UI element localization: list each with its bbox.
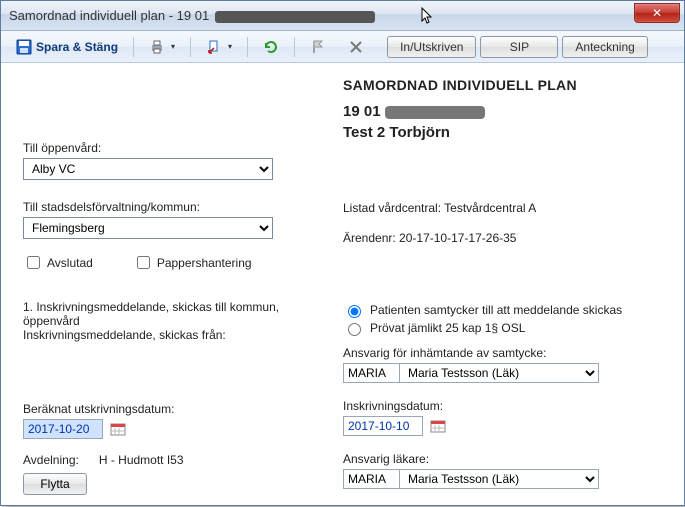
flag-icon — [310, 39, 326, 55]
refresh-icon — [263, 39, 279, 55]
section-lead: 1. Inskrivningsmeddelande, skickas till … — [23, 300, 323, 328]
consent-radio-2[interactable] — [348, 323, 361, 336]
print-icon — [149, 39, 165, 55]
print-button[interactable]: ▾ — [140, 35, 184, 59]
patient-name: Test 2 Torbjörn — [343, 124, 662, 141]
pappers-input[interactable] — [137, 256, 150, 269]
toolbar-separator — [247, 37, 248, 57]
section-sub: Inskrivningsmeddelande, skickas från: — [23, 328, 323, 342]
refresh-button[interactable] — [254, 35, 288, 59]
avslutad-label: Avslutad — [47, 256, 93, 270]
document-arrow-icon — [206, 39, 222, 55]
ansvarig-samtycke-label: Ansvarig för inhämtande av samtycke: — [343, 346, 662, 360]
docnav-button[interactable]: ▾ — [197, 35, 241, 59]
avslutad-input[interactable] — [27, 256, 40, 269]
consent-label-1: Patienten samtycker till att meddelande … — [370, 303, 622, 317]
flytta-button[interactable]: Flytta — [23, 473, 87, 495]
inutskriven-button[interactable]: In/Utskriven — [387, 36, 476, 58]
samtycke-name-select[interactable]: Maria Testsson (Läk) — [399, 363, 599, 383]
flag-button[interactable] — [301, 35, 335, 59]
save-close-button[interactable]: Spara & Stäng — [7, 35, 127, 59]
arendenr-label: Ärendenr: — [343, 231, 399, 245]
arendenr-value: 20-17-10-17-17-26-35 — [399, 231, 516, 245]
redacted-pid — [385, 106, 485, 119]
window: Samordnad individuell plan - 19 01 ✕ Spa… — [0, 0, 685, 506]
stads-select[interactable]: Flemingsberg — [23, 217, 273, 239]
ansvarig-lakare-label: Ansvarig läkare: — [343, 452, 662, 466]
chevron-down-icon: ▾ — [228, 42, 232, 51]
listad-label: Listad vårdcentral: — [343, 201, 444, 215]
toolbar: Spara & Stäng ▾ ▾ — [1, 31, 684, 63]
pappers-checkbox[interactable]: Pappershantering — [133, 253, 252, 272]
calendar-icon[interactable] — [429, 418, 447, 434]
inskr-label: Inskrivningsdatum: — [343, 399, 662, 413]
redacted-title — [215, 11, 375, 23]
berk-date-input[interactable] — [23, 419, 103, 439]
avdelning-label: Avdelning: — [23, 453, 79, 467]
content: Till öppenvård: Alby VC Till stadsdelsfö… — [1, 63, 684, 505]
consent-radio-1[interactable] — [348, 305, 361, 318]
lakare-name-select[interactable]: Maria Testsson (Läk) — [399, 469, 599, 489]
oppenvard-select[interactable]: Alby VC — [23, 158, 273, 180]
inskr-date-input[interactable] — [343, 416, 423, 436]
listad-value: Testvårdcentral A — [444, 201, 536, 215]
save-close-label: Spara & Stäng — [36, 40, 118, 54]
anteckning-button[interactable]: Anteckning — [562, 36, 647, 58]
titlebar: Samordnad individuell plan - 19 01 ✕ — [1, 1, 684, 31]
sip-button[interactable]: SIP — [480, 36, 558, 58]
samtycke-code-input[interactable] — [343, 363, 399, 383]
calendar-icon[interactable] — [109, 421, 127, 437]
avslutad-checkbox[interactable]: Avslutad — [23, 253, 93, 272]
stads-label: Till stadsdelsförvaltning/kommun: — [23, 200, 323, 214]
close-button[interactable]: ✕ — [634, 3, 680, 23]
chevron-down-icon: ▾ — [171, 42, 175, 51]
berk-label: Beräknat utskrivningsdatum: — [23, 402, 323, 416]
toolbar-separator — [190, 37, 191, 57]
oppenvard-label: Till öppenvård: — [23, 141, 323, 155]
toolbar-separator — [133, 37, 134, 57]
cursor-icon — [421, 7, 435, 30]
delete-icon — [348, 39, 364, 55]
consent-label-2: Prövat jämlikt 25 kap 1§ OSL — [370, 321, 525, 335]
window-title: Samordnad individuell plan - 19 01 — [9, 8, 209, 23]
pid-prefix: 19 01 — [343, 103, 381, 120]
pappers-label: Pappershantering — [157, 256, 252, 270]
toolbar-separator — [294, 37, 295, 57]
avdelning-value: H - Hudmott I53 — [99, 453, 184, 467]
save-icon — [16, 39, 32, 55]
page-title: SAMORDNAD INDIVIDUELL PLAN — [343, 77, 662, 93]
lakare-code-input[interactable] — [343, 469, 399, 489]
delete-button[interactable] — [339, 35, 373, 59]
